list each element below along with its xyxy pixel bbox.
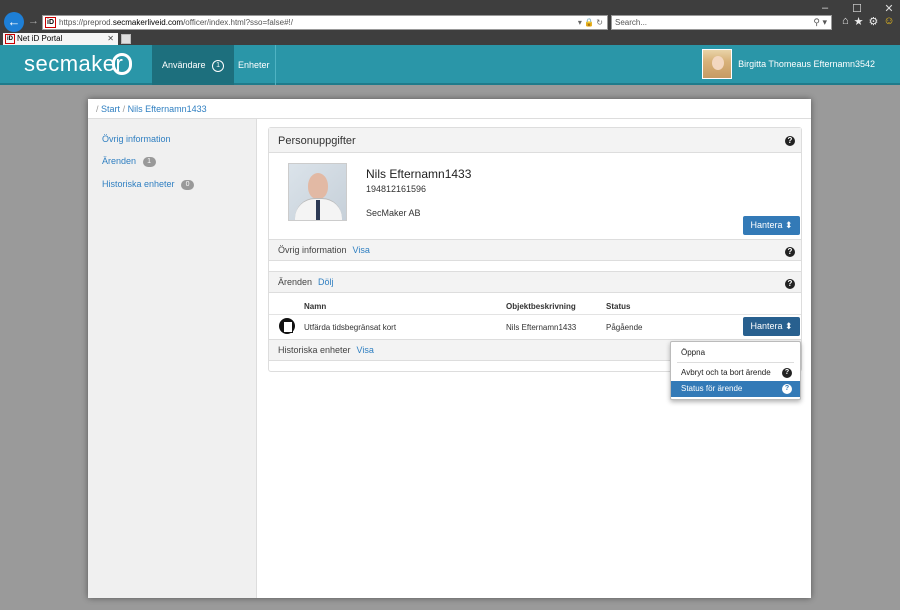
feedback-smiley-icon[interactable]: ☺	[883, 15, 894, 28]
section-label: Historiska enheter	[278, 345, 351, 355]
case-status: Pågående	[606, 323, 643, 332]
window-controls: – ☐ ✕	[820, 2, 894, 15]
browser-search-input[interactable]: Search... ⚲ ▾	[611, 15, 832, 30]
tab-bar: iD Net iD Portal ✕	[0, 33, 900, 45]
sidebar-item-label: Övrig information	[102, 134, 171, 144]
back-arrow-icon[interactable]: ←	[4, 12, 24, 32]
person-panel: Personuppgifter ? Nils Efternamn1433 194…	[268, 127, 802, 372]
browser-chrome: – ☐ ✕ ← → iD https://preprod.secmakerliv…	[0, 0, 900, 45]
breadcrumb-separator: /	[122, 104, 126, 114]
case-actions-dropdown: Öppna Avbryt och ta bort ärende ? Status…	[670, 341, 801, 400]
section-title: Övrig information Visa	[278, 245, 370, 255]
history-count-badge: 0	[181, 179, 195, 190]
browser-tab[interactable]: iD Net iD Portal ✕	[3, 33, 118, 45]
search-placeholder: Search...	[615, 18, 648, 27]
case-object: Nils Efternamn1433	[506, 323, 577, 332]
person-id-number: 194812161596	[366, 184, 427, 194]
section-label: Övrig information	[278, 245, 347, 255]
section-label: Ärenden	[278, 277, 313, 287]
menu-divider	[677, 362, 794, 363]
secmaker-logo[interactable]: secmaker	[24, 51, 123, 77]
other-info-show-link[interactable]: Visa	[353, 245, 370, 255]
cases-header: Ärenden Dölj ?	[269, 271, 801, 293]
nav-divider	[275, 45, 276, 85]
url-prefix: https://preprod.	[59, 18, 113, 27]
section-title: Historiska enheter Visa	[278, 345, 374, 355]
home-icon[interactable]: ⌂	[842, 15, 849, 28]
minimize-button[interactable]: –	[820, 2, 830, 15]
app-header: secmaker Användare 1 Enheter Birgitta Th…	[0, 45, 900, 85]
address-bar[interactable]: iD https://preprod.secmakerliveid.com/of…	[42, 15, 608, 30]
secmaker-logo-mark-icon	[112, 53, 132, 75]
url-host: secmakerliveid.com	[112, 18, 184, 27]
help-icon[interactable]: ?	[785, 247, 795, 257]
search-icon[interactable]: ⚲ ▾	[813, 16, 827, 29]
breadcrumb: / Start / Nils Efternamn1433	[88, 99, 811, 119]
table-divider	[269, 314, 801, 315]
help-icon[interactable]: ?	[785, 136, 795, 146]
help-icon[interactable]: ?	[785, 279, 795, 289]
manage-person-button[interactable]: Hantera ⬍	[743, 216, 800, 235]
avatar	[702, 49, 733, 79]
close-window-button[interactable]: ✕	[884, 2, 894, 15]
tab-title: Net iD Portal	[17, 34, 63, 43]
sidebar-item-other-info[interactable]: Övrig information	[102, 134, 171, 144]
menu-item-cancel-delete[interactable]: Avbryt och ta bort ärende ?	[671, 365, 800, 381]
nav-tab-devices[interactable]: Enheter	[228, 45, 280, 85]
address-actions[interactable]: ▾ 🔒 ↻	[578, 16, 603, 29]
person-organization: SecMaker AB	[366, 208, 421, 218]
section-title: Personuppgifter	[278, 135, 356, 147]
menu-item-open[interactable]: Öppna	[671, 345, 800, 361]
site-favicon-icon: iD	[45, 17, 56, 28]
history-show-link[interactable]: Visa	[357, 345, 374, 355]
section-title: Ärenden Dölj	[278, 277, 334, 287]
favorites-star-icon[interactable]: ★	[854, 15, 864, 28]
close-tab-icon[interactable]: ✕	[107, 33, 114, 45]
url-path: /officer/index.html?sso=false#!/	[183, 18, 293, 27]
other-info-header: Övrig information Visa ?	[269, 239, 801, 261]
nav-tab-users-label: Användare	[162, 60, 206, 70]
breadcrumb-current-person[interactable]: Nils Efternamn1433	[128, 104, 207, 114]
help-icon[interactable]: ?	[782, 384, 792, 394]
breadcrumb-start-link[interactable]: Start	[101, 104, 120, 114]
document-icon	[279, 318, 295, 334]
current-user-name: Birgitta Thomeaus Efternamn3542	[738, 59, 875, 69]
nav-tab-devices-label: Enheter	[238, 60, 270, 70]
forward-arrow-icon[interactable]: →	[28, 15, 39, 27]
column-header-status: Status	[606, 302, 631, 311]
menu-item-label: Öppna	[681, 348, 706, 357]
case-name: Utfärda tidsbegränsat kort	[304, 323, 397, 332]
current-user[interactable]: Birgitta Thomeaus Efternamn3542	[702, 49, 875, 79]
menu-item-label: Avbryt och ta bort ärende	[681, 368, 771, 377]
tab-favicon-icon: iD	[5, 34, 15, 44]
nav-tab-users[interactable]: Användare 1	[152, 45, 235, 85]
help-icon[interactable]: ?	[782, 368, 792, 378]
browser-toolbar: ⌂ ★ ⚙ ☺	[842, 15, 895, 28]
sidebar-item-cases[interactable]: Ärenden 1	[102, 156, 156, 167]
personal-info-header: Personuppgifter ?	[269, 128, 801, 153]
manage-case-button[interactable]: Hantera ⬍	[743, 317, 800, 336]
breadcrumb-separator: /	[96, 104, 99, 114]
gear-icon[interactable]: ⚙	[869, 15, 879, 28]
users-count-badge: 1	[212, 59, 225, 72]
menu-item-label: Status för ärende	[681, 384, 743, 393]
menu-item-case-status[interactable]: Status för ärende ?	[671, 381, 800, 397]
sidebar: Övrig information Ärenden 1 Historiska e…	[88, 119, 257, 598]
cases-hide-link[interactable]: Dölj	[318, 277, 334, 287]
sidebar-item-label: Historiska enheter	[102, 179, 175, 189]
person-name: Nils Efternamn1433	[366, 167, 472, 181]
cases-count-badge: 1	[142, 156, 156, 167]
person-photo	[288, 163, 347, 221]
sidebar-item-history[interactable]: Historiska enheter 0	[102, 179, 195, 190]
maximize-button[interactable]: ☐	[852, 2, 862, 15]
new-tab-button[interactable]	[121, 34, 131, 44]
column-header-object: Objektbeskrivning	[506, 302, 576, 311]
sidebar-item-label: Ärenden	[102, 156, 137, 166]
column-header-name: Namn	[304, 302, 327, 311]
